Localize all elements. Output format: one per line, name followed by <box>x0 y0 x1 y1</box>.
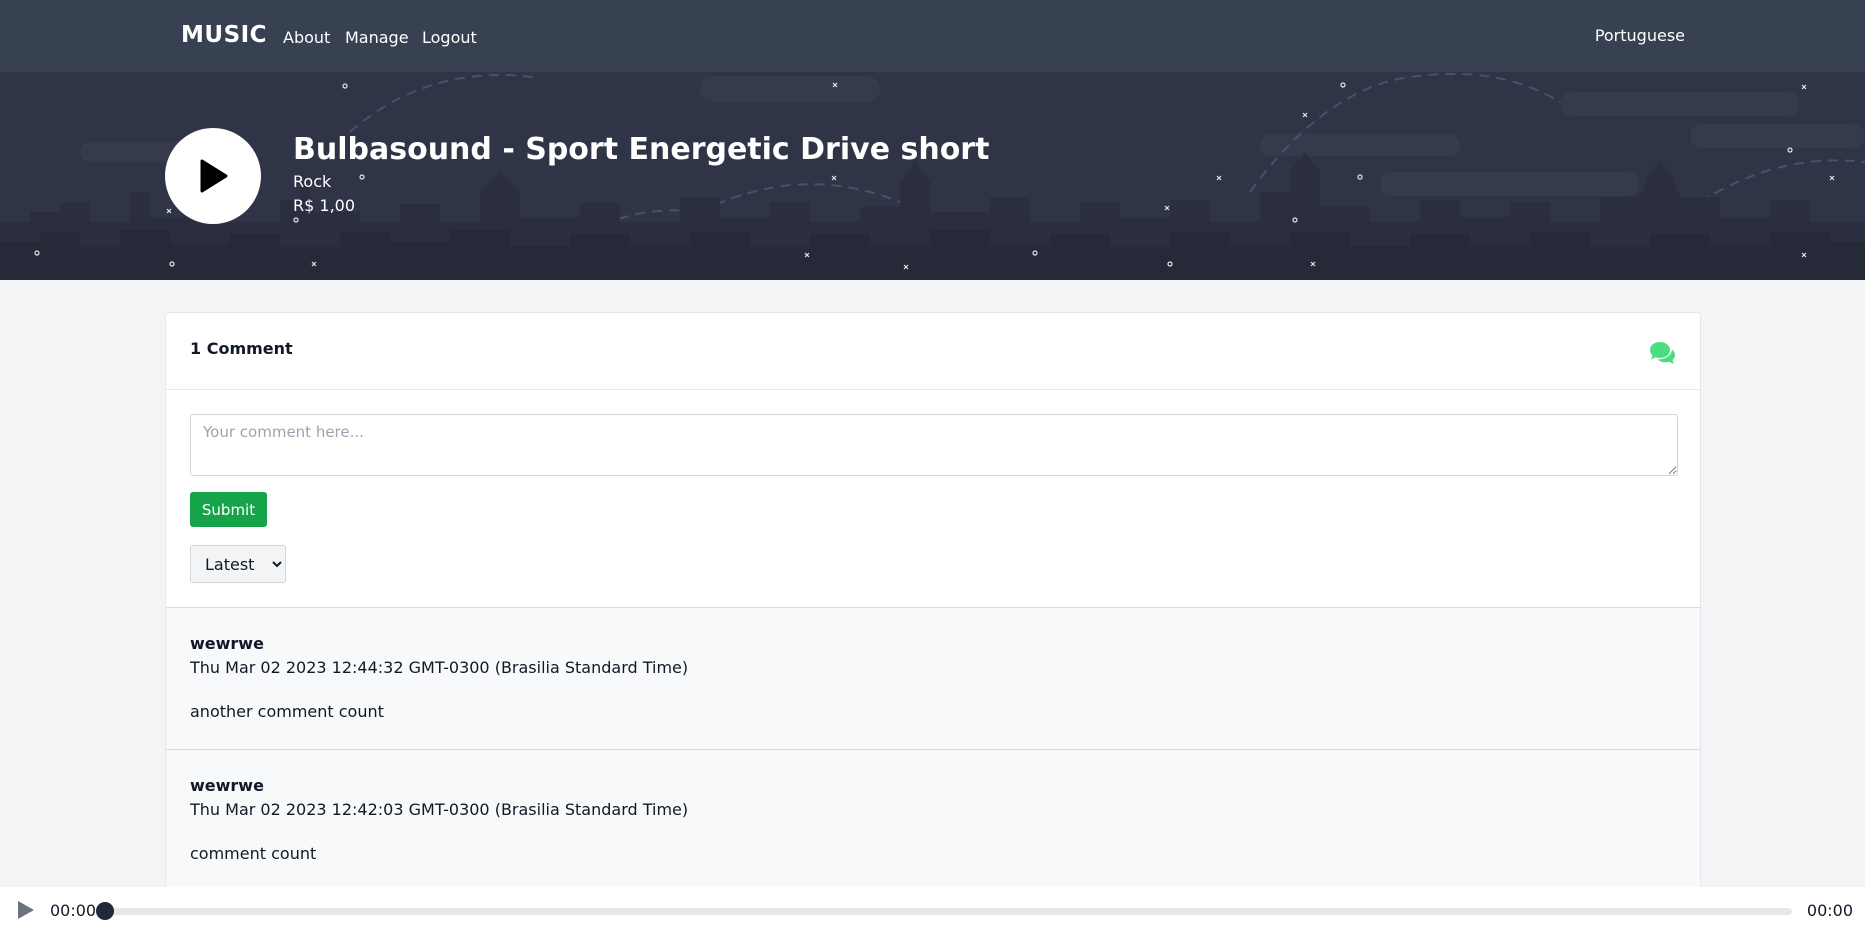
song-price: R$ 1,00 <box>293 196 356 215</box>
comment-sort-select[interactable]: Latest <box>190 545 286 583</box>
nav-link-about[interactable]: About <box>283 28 330 47</box>
song-hero-banner: Bulbasound - Sport Energetic Drive short… <box>0 72 1865 280</box>
language-switcher[interactable]: Portuguese <box>1595 26 1685 45</box>
comments-card: 1 Comment Submit Latest wewrwe Thu Mar 0… <box>165 312 1701 932</box>
comments-icon <box>1650 342 1675 364</box>
comment-date: Thu Mar 02 2023 12:44:32 GMT-0300 (Brasi… <box>190 658 689 677</box>
brand-logo[interactable]: MUSIC <box>181 22 267 48</box>
player-play-icon[interactable] <box>14 899 36 921</box>
comment-date: Thu Mar 02 2023 12:42:03 GMT-0300 (Brasi… <box>190 800 689 819</box>
city-skyline-background <box>0 72 1865 280</box>
top-navbar: MUSIC About Manage Logout Portuguese <box>0 0 1865 72</box>
comment-input[interactable] <box>190 414 1678 476</box>
comments-header: 1 Comment <box>166 313 1700 390</box>
audio-player-bar: 00:00 00:00 <box>0 887 1865 933</box>
comment-text: another comment count <box>190 702 384 721</box>
comment-count: 1 Comment <box>190 339 293 358</box>
seek-bar[interactable] <box>104 908 1792 915</box>
submit-comment-button[interactable]: Submit <box>190 492 267 527</box>
song-genre: Rock <box>293 172 332 191</box>
comment-item: wewrwe Thu Mar 02 2023 12:42:03 GMT-0300… <box>166 749 1700 891</box>
duration-time: 00:00 <box>1806 901 1853 920</box>
song-play-button[interactable] <box>165 128 261 224</box>
play-icon <box>200 159 228 193</box>
song-title: Bulbasound - Sport Energetic Drive short <box>293 132 990 167</box>
seek-handle[interactable] <box>96 902 114 920</box>
comment-item: wewrwe Thu Mar 02 2023 12:44:32 GMT-0300… <box>166 607 1700 749</box>
comment-text: comment count <box>190 844 317 863</box>
nav-link-logout[interactable]: Logout <box>422 28 477 47</box>
current-time: 00:00 <box>50 901 97 920</box>
comment-author: wewrwe <box>190 634 264 653</box>
nav-link-manage[interactable]: Manage <box>345 28 409 47</box>
comment-author: wewrwe <box>190 776 264 795</box>
